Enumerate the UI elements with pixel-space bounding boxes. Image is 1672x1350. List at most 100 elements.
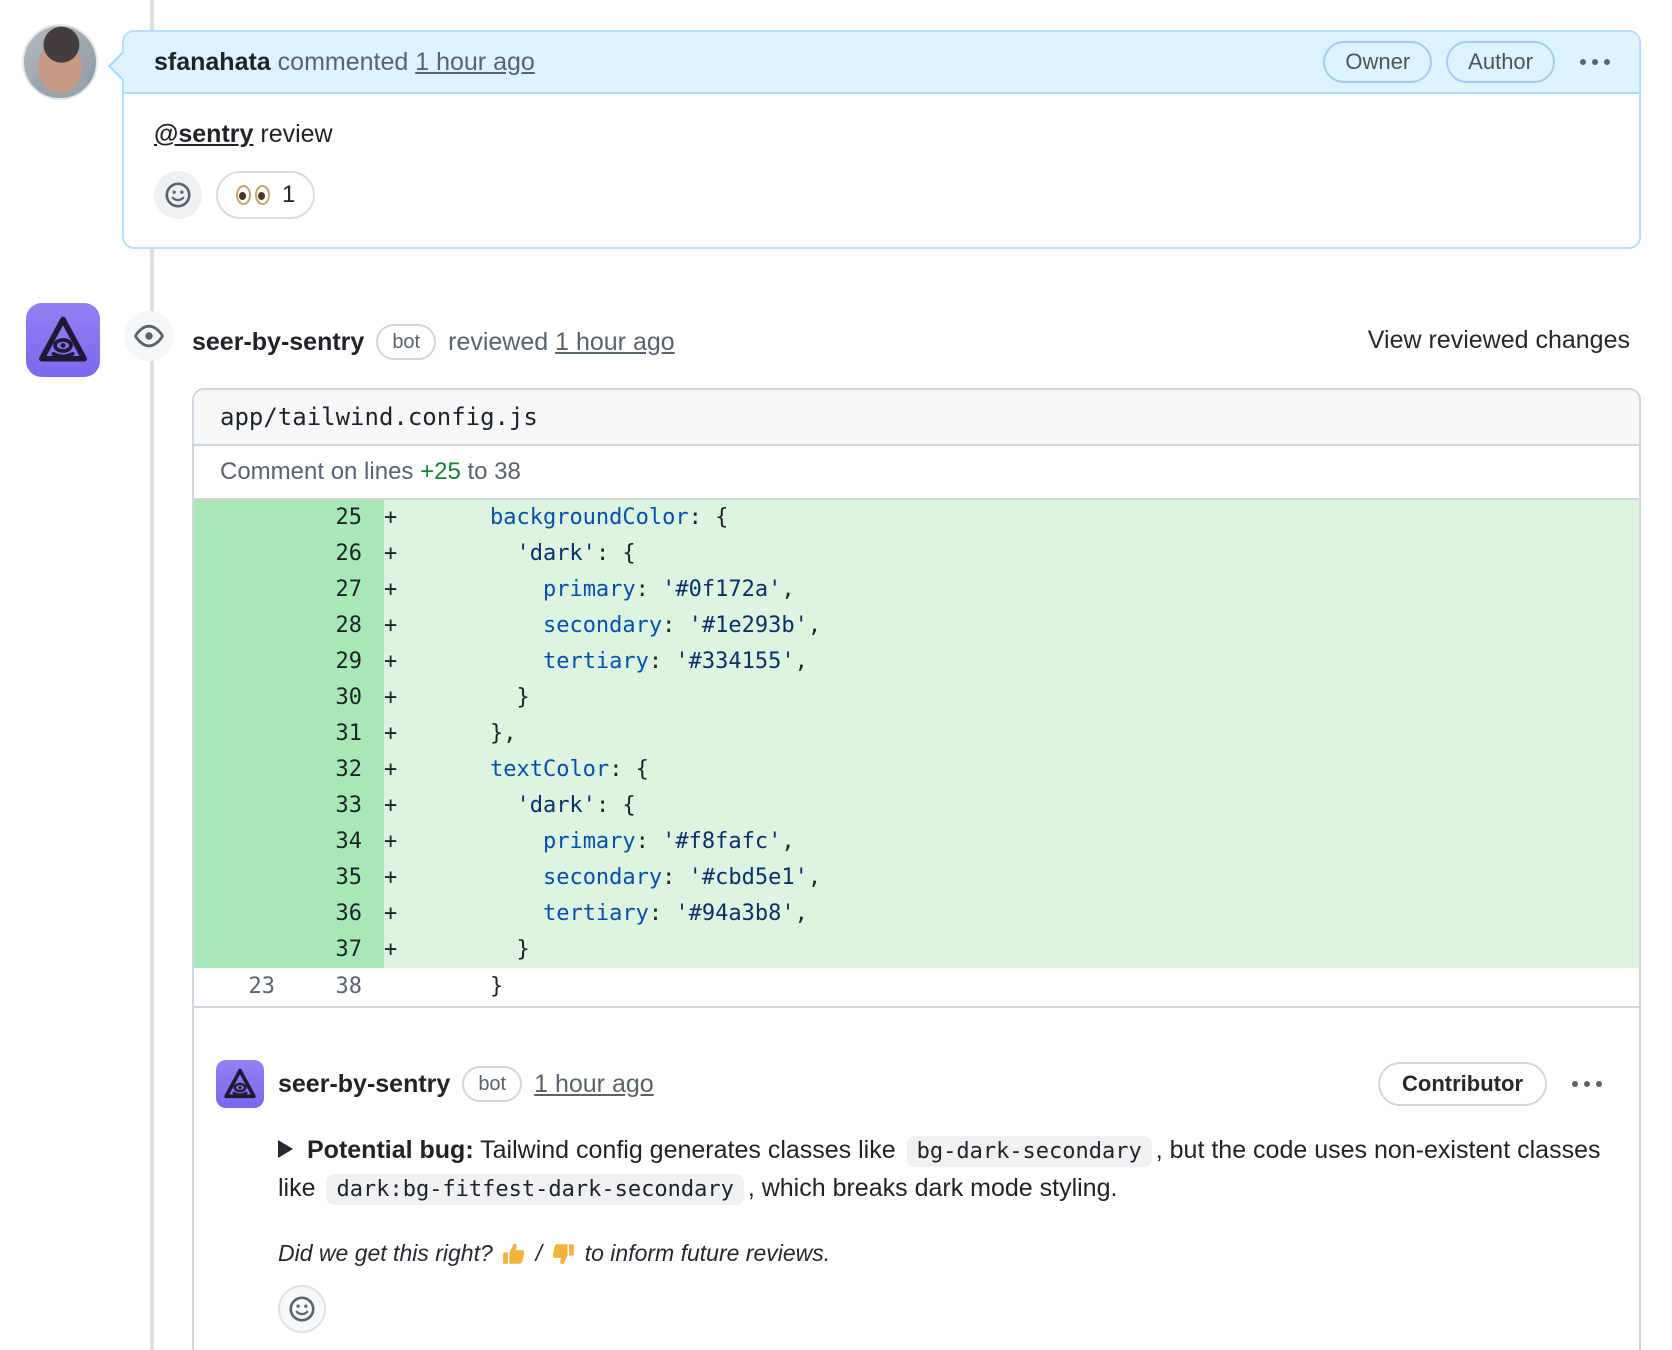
- bot-comment-body: Potential bug: Tailwind config generates…: [278, 1132, 1605, 1208]
- bot-comment-footnote: Did we get this right? / to inform futur…: [278, 1240, 1605, 1267]
- comment-card-sfanahata: sfanahata commented 1 hour ago Owner Aut…: [107, 30, 1641, 249]
- diff-code-line: + }: [384, 932, 1639, 968]
- review-event-badge: [124, 311, 174, 361]
- avatar-seer-by-sentry-small[interactable]: [216, 1060, 264, 1108]
- footnote-part2: to inform future reviews.: [578, 1240, 831, 1266]
- diff-table: 25 + backgroundColor: {26 + 'dark': {27 + p…: [194, 500, 1639, 1008]
- diff-line-number-new[interactable]: 25: [289, 500, 384, 536]
- comment-text: @sentry review: [154, 120, 1609, 149]
- badge-contributor: Contributor: [1378, 1062, 1547, 1106]
- diff-line-number-new[interactable]: 35: [289, 860, 384, 896]
- reaction-count: 1: [282, 181, 296, 208]
- diff-line-number-new[interactable]: 28: [289, 608, 384, 644]
- avatar-seer-by-sentry[interactable]: [26, 303, 100, 377]
- review-timestamp-link[interactable]: 1 hour ago: [555, 328, 675, 357]
- add-reaction-button[interactable]: [278, 1285, 326, 1333]
- mention-link[interactable]: @sentry: [154, 120, 253, 148]
- diff-line-number-new[interactable]: 37: [289, 932, 384, 968]
- diff-row: 30 + }: [194, 680, 1639, 716]
- range-start: +25: [420, 458, 461, 485]
- diff-line-number-new[interactable]: 32: [289, 752, 384, 788]
- kebab-menu-icon[interactable]: [1577, 56, 1613, 68]
- diff-code-line: + primary: '#0f172a',: [384, 572, 1639, 608]
- kebab-menu-icon[interactable]: [1569, 1078, 1605, 1090]
- bot-comment-reactions: [278, 1285, 1605, 1333]
- diff-code-line: + tertiary: '#334155',: [384, 644, 1639, 680]
- bot-comment-text: Potential bug: Tailwind config generates…: [278, 1136, 1600, 1205]
- review-action: reviewed: [448, 327, 556, 356]
- diff-line-number-new[interactable]: 30: [289, 680, 384, 716]
- body-text: , which breaks dark mode styling.: [747, 1174, 1118, 1202]
- diff-row: 28 + secondary: '#1e293b',: [194, 608, 1639, 644]
- comment-body: @sentry review 1: [124, 94, 1639, 247]
- file-path-link[interactable]: app/tailwind.config.js: [220, 403, 538, 431]
- review-author[interactable]: seer-by-sentry: [192, 328, 364, 357]
- comment-range-row: Comment on lines +25 to 38: [194, 446, 1639, 500]
- reaction-eyes-button[interactable]: 1: [216, 171, 316, 219]
- comment-header: sfanahata commented 1 hour ago Owner Aut…: [124, 32, 1639, 94]
- bot-comment-timestamp-link[interactable]: 1 hour ago: [534, 1070, 654, 1099]
- diff-line-number-old: [194, 500, 289, 536]
- diff-line-number-new[interactable]: 29: [289, 644, 384, 680]
- diff-row: 31 + },: [194, 716, 1639, 752]
- diff-line-number-new[interactable]: 38: [289, 968, 384, 1006]
- thumbs-down-icon: [553, 1243, 575, 1264]
- diff-row: 25 + backgroundColor: {: [194, 500, 1639, 536]
- diff-row: 37 + }: [194, 932, 1639, 968]
- diff-line-number-old: [194, 932, 289, 968]
- diff-row: 32 + textColor: {: [194, 752, 1639, 788]
- diff-row: 29 + tertiary: '#334155',: [194, 644, 1639, 680]
- diff-line-number-old: [194, 752, 289, 788]
- diff-code-line: + 'dark': {: [384, 536, 1639, 572]
- eyes-emoji: [236, 185, 270, 205]
- comment-action: commented: [270, 47, 416, 76]
- file-review-card: app/tailwind.config.js Comment on lines …: [192, 388, 1641, 1350]
- diff-line-number-new[interactable]: 33: [289, 788, 384, 824]
- add-reaction-button[interactable]: [154, 171, 202, 219]
- diff-line-number-old: [194, 644, 289, 680]
- diff-line-number-old: [194, 716, 289, 752]
- diff-line-number-new[interactable]: 36: [289, 896, 384, 932]
- diff-line-number-old: [194, 680, 289, 716]
- inline-code: dark:bg-fitfest-dark-secondary: [326, 1174, 744, 1205]
- bot-comment-author[interactable]: seer-by-sentry: [278, 1070, 450, 1099]
- comment-author[interactable]: sfanahata: [154, 48, 271, 77]
- view-reviewed-changes-link[interactable]: View reviewed changes: [1368, 326, 1630, 355]
- bot-comment-header: seer-by-sentry bot 1 hour ago Contributo…: [216, 1060, 1605, 1108]
- diff-code-line: + secondary: '#cbd5e1',: [384, 860, 1639, 896]
- comment-text-rest: review: [253, 120, 333, 148]
- diff-code-line: + backgroundColor: {: [384, 500, 1639, 536]
- inline-code: bg-dark-secondary: [906, 1136, 1152, 1167]
- diff-line-number-old[interactable]: 23: [194, 968, 289, 1006]
- badge-owner: Owner: [1323, 41, 1433, 83]
- diff-row: 23 38 }: [194, 968, 1639, 1008]
- diff-line-number-old: [194, 860, 289, 896]
- diff-row: 34 + primary: '#f8fafc',: [194, 824, 1639, 860]
- avatar-sfanahata[interactable]: [22, 24, 98, 100]
- comment-timestamp-link[interactable]: 1 hour ago: [415, 48, 535, 77]
- diff-line-number-new[interactable]: 26: [289, 536, 384, 572]
- eye-icon: [134, 324, 164, 348]
- diff-code-line: + textColor: {: [384, 752, 1639, 788]
- range-prefix: Comment on lines: [220, 458, 421, 485]
- diff-line-number-old: [194, 788, 289, 824]
- diff-line-number-old: [194, 536, 289, 572]
- disclosure-triangle-icon[interactable]: [278, 1140, 293, 1158]
- badge-author: Author: [1446, 41, 1555, 83]
- range-end: 38: [494, 458, 521, 485]
- diff-line-number-old: [194, 608, 289, 644]
- body-text: Tailwind config generates classes like: [473, 1136, 903, 1164]
- thumbs-up-icon: [503, 1243, 525, 1264]
- diff-line-number-new[interactable]: 31: [289, 716, 384, 752]
- diff-row: 27 + primary: '#0f172a',: [194, 572, 1639, 608]
- diff-code-line: }: [384, 974, 504, 999]
- footnote-part1: Did we get this right?: [278, 1240, 500, 1266]
- diff-code-line: + },: [384, 716, 1639, 752]
- bot-inline-comment: seer-by-sentry bot 1 hour ago Contributo…: [194, 1008, 1639, 1350]
- bot-badge: bot: [376, 324, 437, 360]
- diff-code-line: + primary: '#f8fafc',: [384, 824, 1639, 860]
- diff-line-number-old: [194, 572, 289, 608]
- diff-line-number-new[interactable]: 27: [289, 572, 384, 608]
- diff-code-line: + secondary: '#1e293b',: [384, 608, 1639, 644]
- diff-line-number-new[interactable]: 34: [289, 824, 384, 860]
